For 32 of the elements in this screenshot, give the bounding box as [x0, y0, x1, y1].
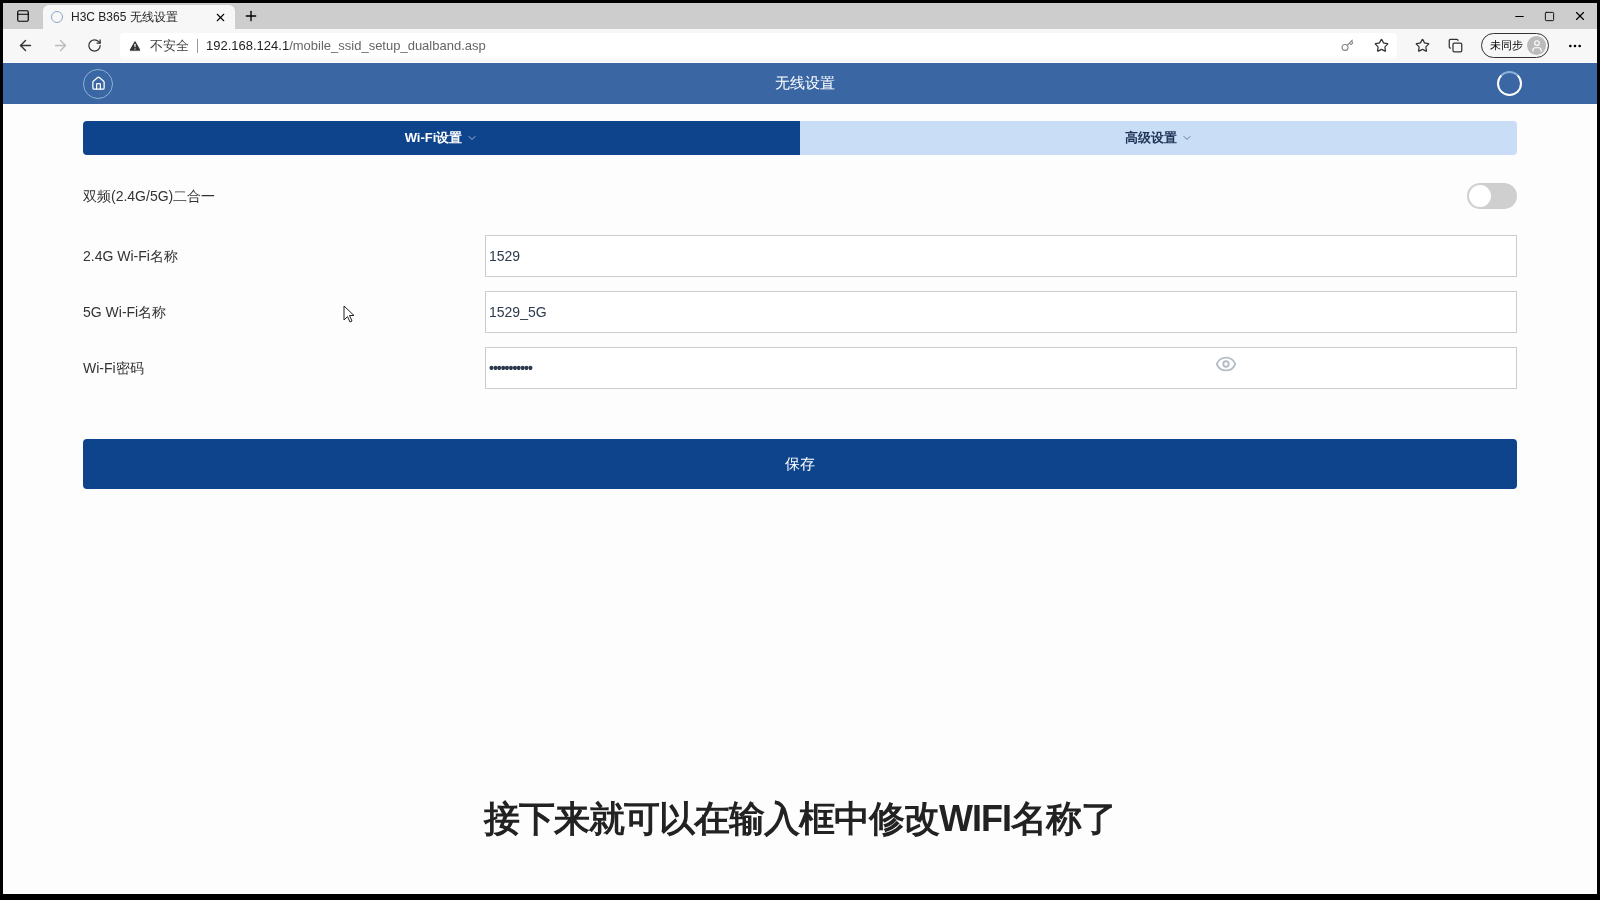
loading-spinner-icon [1497, 71, 1522, 96]
video-subtitle: 接下来就可以在输入框中修改WIFI名称了 [484, 797, 1116, 841]
mouse-cursor-icon [343, 305, 355, 323]
tab[interactable]: Wi-Fi设置 [83, 121, 800, 155]
tab-title: H3C B365 无线设置 [71, 9, 179, 26]
avatar-icon [1527, 36, 1546, 55]
tab-actions-icon[interactable] [16, 9, 30, 23]
security-label: 不安全 [150, 36, 189, 55]
warning-icon [128, 38, 142, 53]
back-icon[interactable] [17, 37, 34, 54]
reload-icon[interactable] [87, 38, 102, 53]
password-field[interactable]: ••••••••••• [485, 347, 1517, 389]
favorites-icon[interactable] [1415, 38, 1430, 53]
field-label: 2.4G Wi-Fi名称 [83, 248, 178, 264]
field-label: 双频(2.4G/5G)二合一 [83, 186, 216, 206]
new-tab-icon[interactable] [243, 8, 259, 24]
toggle-switch[interactable] [1467, 183, 1517, 209]
address-field[interactable]: 不安全 192.168.124.1/mobile_ssid_setup_dualband.asp [120, 32, 1397, 59]
field-label: 5G Wi-Fi名称 [83, 304, 167, 320]
browser-tab[interactable]: H3C B365 无线设置 [43, 5, 235, 29]
input-field[interactable]: 1529_5G [485, 291, 1517, 333]
add-favorite-icon[interactable] [1374, 38, 1389, 53]
tab[interactable]: 高级设置 [800, 121, 1517, 155]
close-window-icon[interactable] [1573, 9, 1587, 23]
header-title: 无线设置 [774, 73, 836, 94]
save-button[interactable]: 保存 [83, 439, 1517, 489]
collections-icon[interactable] [1448, 38, 1463, 53]
field-label: Wi-Fi密码 [83, 360, 144, 376]
url-text: 192.168.124.1/mobile_ssid_setup_dualband.asp [206, 36, 486, 55]
key-icon[interactable] [1341, 39, 1354, 52]
restore-icon[interactable] [1544, 10, 1555, 22]
input-field[interactable]: 1529 [485, 235, 1517, 277]
